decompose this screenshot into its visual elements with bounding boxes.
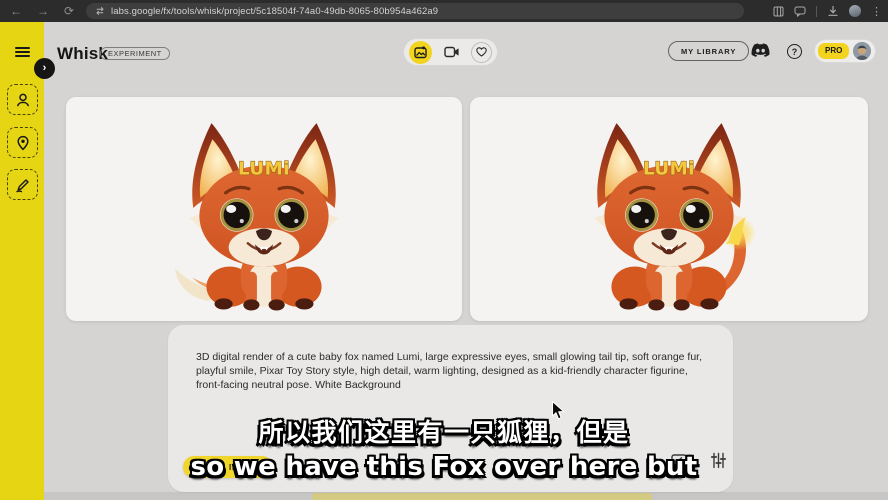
pro-badge: PRO	[818, 43, 849, 59]
generated-image-right[interactable]	[470, 97, 868, 321]
discord-button[interactable]	[751, 43, 770, 63]
add-image-button[interactable]: › ADD IMAGE	[183, 456, 273, 478]
tune-sliders-icon	[710, 452, 727, 469]
hamburger-menu-icon[interactable]	[15, 47, 30, 57]
add-image-label: ADD IMAGE	[207, 463, 259, 472]
expand-image-button[interactable]	[671, 454, 687, 473]
my-library-button[interactable]: MY LIBRARY	[668, 41, 749, 61]
my-library-label: MY LIBRARY	[681, 47, 736, 56]
image-icon	[414, 46, 427, 59]
help-button[interactable]: ?	[787, 44, 802, 59]
chevron-right-icon: ›	[43, 62, 47, 74]
fox-illustration-left	[148, 113, 380, 315]
url-text: labs.google/fx/tools/whisk/project/5c185…	[111, 6, 438, 17]
image-mode-button[interactable]	[409, 41, 432, 64]
account-button[interactable]: PRO	[814, 39, 876, 63]
style-pen-icon	[15, 177, 31, 193]
chevron-right-icon: ›	[197, 462, 201, 473]
user-avatar	[853, 42, 871, 60]
browser-forward-icon[interactable]: →	[37, 5, 49, 17]
discord-icon	[751, 43, 770, 58]
toolbar-divider	[816, 6, 817, 17]
prompt-text[interactable]: 3D digital render of a cute baby fox nam…	[196, 350, 711, 392]
site-info-icon	[95, 6, 105, 16]
whisk-app-window: ← → ⟳ labs.google/fx/tools/whisk/project…	[0, 0, 888, 500]
browser-toolbar: ← → ⟳ labs.google/fx/tools/whisk/project…	[0, 0, 888, 22]
video-mode-button[interactable]	[444, 46, 460, 58]
prompt-bar-edge	[312, 493, 652, 500]
sidebar-subject-button[interactable]	[7, 84, 38, 115]
download-icon[interactable]	[827, 5, 839, 17]
browser-back-icon[interactable]: ←	[10, 5, 22, 17]
sidebar-scene-button[interactable]	[7, 127, 38, 158]
video-camera-icon	[444, 46, 460, 58]
tab-groups-icon[interactable]	[773, 6, 784, 17]
prompt-card: 3D digital render of a cute baby fox nam…	[168, 325, 733, 492]
settings-button[interactable]	[710, 452, 727, 474]
location-pin-icon	[15, 135, 31, 151]
generated-image-left[interactable]	[66, 97, 462, 321]
browser-reload-icon[interactable]: ⟳	[64, 5, 74, 17]
chat-icon[interactable]	[794, 6, 806, 17]
expand-icon	[671, 454, 687, 468]
bottom-strip	[44, 492, 888, 500]
browser-menu-icon[interactable]: ⋮	[871, 5, 882, 18]
mode-switcher	[403, 38, 498, 66]
fox-illustration-right	[553, 113, 785, 315]
favorites-mode-button[interactable]	[471, 42, 492, 63]
question-mark-icon: ?	[792, 47, 798, 57]
experiment-badge: EXPERIMENT	[100, 47, 170, 60]
browser-address-bar[interactable]: labs.google/fx/tools/whisk/project/5c185…	[86, 3, 744, 19]
sidebar-style-button[interactable]	[7, 169, 38, 200]
browser-profile-avatar[interactable]	[849, 5, 861, 17]
heart-icon	[476, 47, 487, 57]
ingredients-sidebar	[0, 22, 44, 500]
sidebar-expand-button[interactable]: ›	[34, 58, 55, 79]
person-icon	[15, 92, 31, 108]
